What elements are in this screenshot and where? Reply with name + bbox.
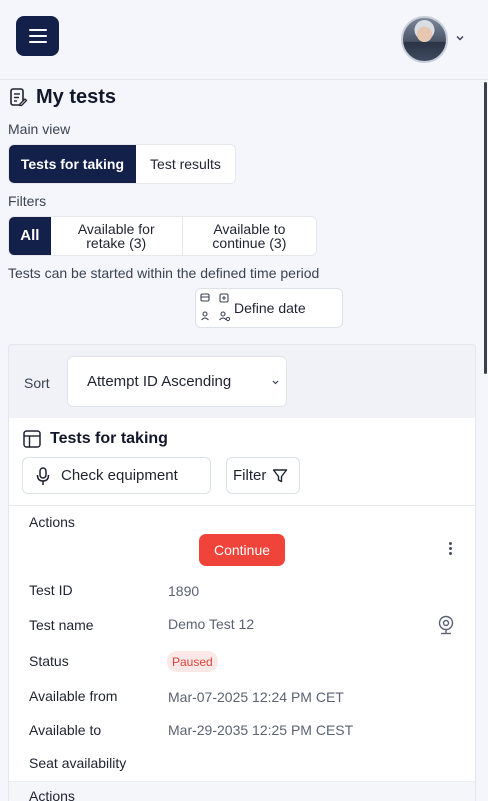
filters-label: Filters [8,193,47,209]
status-label: Status [29,653,69,669]
page-scrollbar[interactable] [484,82,487,374]
time-period-hint: Tests can be started within the defined … [8,265,320,281]
available-from-label: Available from [29,688,118,704]
tab-tests-for-taking[interactable]: Tests for taking [9,145,136,183]
table-icon [23,430,41,448]
kebab-icon[interactable] [444,542,456,562]
continue-button[interactable]: Continue [199,534,285,566]
actions-label: Actions [29,514,75,530]
sort-selected-value: Attempt ID Ascending [87,373,232,390]
seat-availability-label: Seat availability [29,755,127,771]
user-avatar[interactable] [401,16,448,63]
webcam-icon[interactable] [437,615,455,635]
define-date-label: Define date [234,300,306,316]
microphone-icon [36,466,50,485]
tests-section-title: Tests for taking [50,430,168,447]
filter-button-label: Filter [233,467,267,484]
check-equipment-button[interactable]: Check equipment [22,457,211,494]
test-name-label: Test name [29,617,94,633]
clipboard-edit-icon [10,88,28,107]
test-id-label: Test ID [29,582,73,598]
filter-button[interactable]: Filter [226,457,300,494]
filter-available-for-retake[interactable]: Available for retake (3) [51,217,182,255]
funnel-icon [273,468,288,482]
page-title: My tests [36,85,117,108]
define-date-button[interactable]: Define date [195,288,343,328]
next-test-card [9,781,475,801]
filter-available-to-continue[interactable]: Available to continue (3) [181,217,316,255]
filter-all[interactable]: All [9,217,51,255]
chevron-down-icon [272,380,279,385]
check-equipment-label: Check equipment [61,467,178,484]
available-from-value: Mar-07-2025 12:24 PM CET [168,689,344,705]
tests-section-header: Tests for taking [22,428,168,450]
main-view-label: Main view [8,121,71,137]
test-id-value: 1890 [168,583,200,599]
chevron-down-icon[interactable] [456,34,464,42]
available-to-label: Available to [29,722,102,738]
sort-label: Sort [24,375,50,391]
test-name-value: Demo Test 12 [168,616,255,632]
status-badge: Paused [167,651,218,672]
calendar-users-icon [200,293,231,322]
main-view-tabs: Tests for taking Test results [8,144,236,184]
tab-test-results[interactable]: Test results [136,145,235,183]
filter-options: All Available for retake (3) Available t… [8,216,317,256]
page-header: My tests [8,85,116,109]
hamburger-icon[interactable] [16,16,59,56]
section-divider [9,505,475,506]
next-actions-label: Actions [29,788,75,801]
sort-select[interactable]: Attempt ID Ascending [67,356,287,407]
available-to-value: Mar-29-2035 12:25 PM CEST [168,722,354,738]
